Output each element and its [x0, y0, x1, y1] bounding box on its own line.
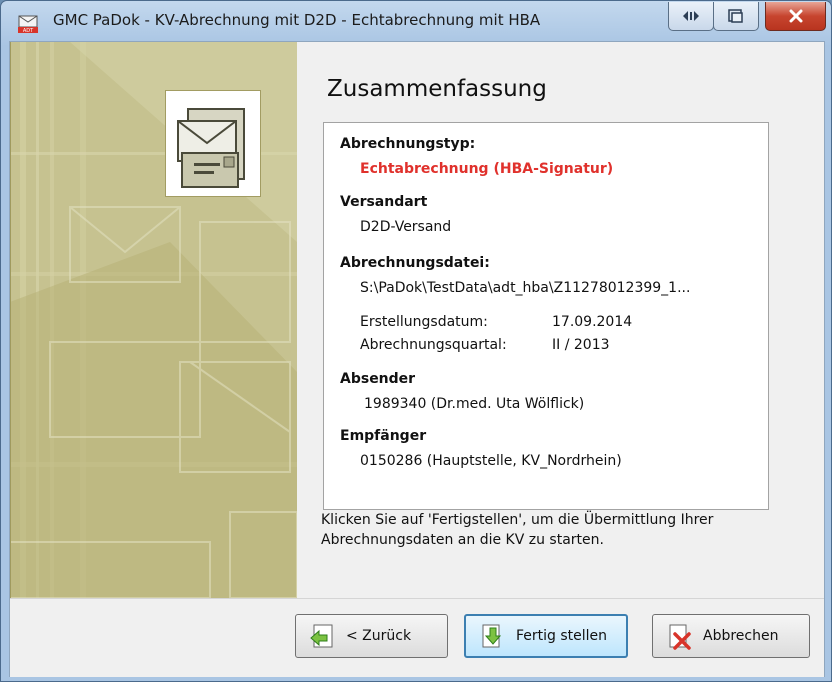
versandart-value: D2D-Versand: [360, 219, 452, 235]
adt-app-icon: ADT: [18, 15, 38, 33]
versandart-label: Versandart: [340, 194, 428, 210]
document-arrow-down-icon: [482, 624, 502, 648]
close-icon: [789, 9, 802, 23]
wizard-content: Zusammenfassung Abrechnungstyp: Echtabre…: [297, 42, 824, 598]
abrechnungsdatei-value: S:\PaDok\TestData\adt_hba\Z11278012399_1…: [360, 280, 691, 296]
restore-button[interactable]: [668, 2, 714, 31]
button-bar: < Zurück Fertig stellen Abbrechen: [10, 598, 824, 677]
finish-button-label: Fertig stellen: [516, 628, 608, 644]
abrechnungstyp-label: Abrechnungstyp:: [340, 136, 476, 152]
arrow-left-icon: [310, 624, 333, 648]
wizard-client-area: Zusammenfassung Abrechnungstyp: Echtabre…: [9, 41, 825, 677]
abrechnungsquartal-label: Abrechnungsquartal:: [360, 337, 507, 353]
absender-value: 1989340 (Dr.med. Uta Wölflick): [364, 396, 585, 412]
erstellungsdatum-label: Erstellungsdatum:: [360, 314, 488, 330]
svg-text:ADT: ADT: [23, 28, 34, 33]
finish-hint-text: Klicken Sie auf 'Fertigstellen', um die …: [321, 512, 714, 548]
empfaenger-value: 0150286 (Hauptstelle, KV_Nordrhein): [360, 453, 622, 469]
title-bar[interactable]: ADT GMC PaDok - KV-Abrechnung mit D2D - …: [1, 1, 831, 41]
erstellungsdatum-value: 17.09.2014: [552, 314, 633, 330]
document-red-x-icon: [669, 624, 691, 650]
window-icon: [728, 9, 743, 23]
back-button[interactable]: < Zurück: [295, 614, 448, 658]
wizard-side-image: [10, 42, 297, 598]
abrechnungsquartal-value: II / 2013: [552, 337, 610, 353]
resize-arrows-icon: [683, 11, 699, 21]
window-title: GMC PaDok - KV-Abrechnung mit D2D - Echt…: [53, 11, 541, 29]
cancel-button-label: Abbrechen: [703, 628, 779, 644]
abrechnungsdatei-label: Abrechnungsdatei:: [340, 255, 490, 271]
finish-button[interactable]: Fertig stellen: [464, 614, 628, 658]
envelope-letter-icon: [165, 90, 261, 197]
close-button[interactable]: [765, 2, 826, 31]
summary-panel: Abrechnungstyp: Echtabrechnung (HBA-Sign…: [323, 122, 769, 510]
cancel-button[interactable]: Abbrechen: [652, 614, 810, 658]
minimize-button[interactable]: [713, 2, 759, 31]
page-title: Zusammenfassung: [327, 76, 547, 102]
wizard-window: ADT GMC PaDok - KV-Abrechnung mit D2D - …: [0, 0, 832, 682]
abrechnungstyp-value: Echtabrechnung (HBA-Signatur): [360, 161, 614, 177]
back-button-label: < Zurück: [346, 628, 412, 644]
empfaenger-label: Empfänger: [340, 428, 427, 444]
absender-label: Absender: [340, 371, 416, 387]
